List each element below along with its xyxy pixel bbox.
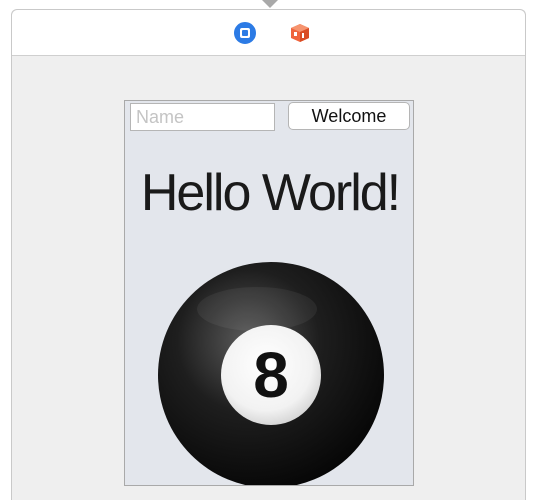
first-responder-cube-icon[interactable] — [289, 22, 311, 44]
hello-label: Hello World! — [140, 164, 401, 222]
view-controller-icon[interactable] — [234, 22, 256, 44]
welcome-button[interactable]: Welcome — [288, 102, 410, 130]
scene-dock — [12, 10, 525, 56]
name-text-field[interactable] — [130, 103, 275, 131]
eight-ball-icon[interactable]: 8 — [157, 261, 385, 485]
storyboard-canvas: Welcome Hello World! — [0, 0, 537, 500]
main-view[interactable]: Welcome Hello World! — [124, 100, 414, 486]
entry-arrow — [262, 0, 278, 8]
eight-number: 8 — [253, 339, 289, 411]
